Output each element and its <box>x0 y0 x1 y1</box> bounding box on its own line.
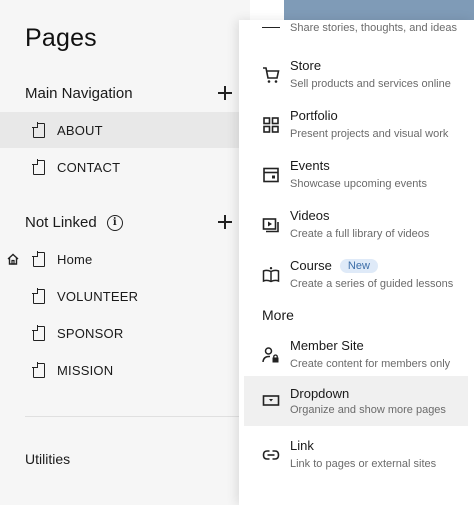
calendar-icon <box>263 167 279 183</box>
page-icon <box>32 121 45 138</box>
member-icon <box>262 347 279 363</box>
divider <box>25 416 240 417</box>
book-icon <box>262 267 280 283</box>
menu-item-videos[interactable]: Videos Create a full library of videos <box>244 202 468 252</box>
menu-item-desc: Showcase upcoming events <box>290 178 427 190</box>
menu-item-desc: Create a full library of videos <box>290 228 430 240</box>
menu-item-portfolio[interactable]: Portfolio Present projects and visual wo… <box>244 102 468 152</box>
menu-item-desc: Link to pages or external sites <box>290 458 437 470</box>
menu-item-name: Store <box>290 58 322 73</box>
info-icon[interactable]: i <box>106 214 123 231</box>
video-icon <box>262 218 279 233</box>
page-label: CONTACT <box>57 159 121 175</box>
page-row-about[interactable]: ABOUT <box>0 112 250 148</box>
menu-item-desc: Organize and show more pages <box>290 404 446 416</box>
menu-item-member-site[interactable]: Member Site Create content for members o… <box>244 332 468 382</box>
main-navigation-label: Main Navigation <box>25 85 133 102</box>
menu-item-link[interactable]: Link Link to pages or external sites <box>244 432 468 482</box>
utilities-heading: Utilities <box>25 451 71 467</box>
menu-item-name: Link <box>290 438 314 453</box>
not-linked-label: Not Linked <box>25 214 97 231</box>
menu-item-dropdown[interactable]: Dropdown Organize and show more pages <box>244 376 468 426</box>
menu-item-name: Dropdown <box>290 386 350 401</box>
more-heading: More <box>262 307 294 323</box>
menu-item-name: Portfolio <box>290 108 338 123</box>
add-page-main-nav-icon[interactable] <box>216 84 234 102</box>
main-navigation-heading: Main Navigation <box>25 85 133 102</box>
page-label: Home <box>57 251 93 267</box>
page-title: Pages <box>25 24 97 52</box>
menu-item-name: Course New <box>290 258 378 273</box>
blog-description[interactable]: Share stories, thoughts, and ideas <box>290 22 457 34</box>
page-icon <box>32 158 45 175</box>
pages-panel: Pages Main Navigation ABOUT CONTACT Not … <box>0 0 250 505</box>
not-linked-heading: Not Linked i <box>25 214 123 231</box>
add-page-not-linked-icon[interactable] <box>216 213 234 231</box>
page-icon <box>32 361 45 378</box>
cart-icon <box>263 67 280 83</box>
menu-item-store[interactable]: Store Sell products and services online <box>244 52 468 102</box>
page-icon <box>32 250 45 267</box>
menu-item-course[interactable]: Course New Create a series of guided less… <box>244 252 468 302</box>
page-row-home[interactable]: Home <box>0 241 250 277</box>
page-icon <box>32 287 45 304</box>
background-strip <box>284 0 474 20</box>
new-badge: New <box>339 259 378 273</box>
page-label: ABOUT <box>57 122 103 138</box>
page-label: SPONSOR <box>57 325 124 341</box>
page-row-volunteer[interactable]: VOLUNTEER <box>0 278 250 314</box>
blog-icon <box>262 20 280 28</box>
menu-item-name: Member Site <box>290 338 364 353</box>
grid-icon <box>263 117 279 133</box>
dropdown-icon <box>262 395 280 406</box>
page-row-contact[interactable]: CONTACT <box>0 149 250 185</box>
home-icon <box>7 253 19 265</box>
menu-item-desc: Sell products and services online <box>290 78 451 90</box>
course-label: Course <box>290 258 332 273</box>
link-icon <box>262 450 280 460</box>
page-label: VOLUNTEER <box>57 288 139 304</box>
menu-item-name: Events <box>290 158 330 173</box>
page-row-mission[interactable]: MISSION <box>0 352 250 388</box>
page-label: MISSION <box>57 362 114 378</box>
menu-item-desc: Create a series of guided lessons <box>290 278 454 290</box>
page-icon <box>32 324 45 341</box>
menu-item-name: Videos <box>290 208 330 223</box>
page-row-sponsor[interactable]: SPONSOR <box>0 315 250 351</box>
menu-item-desc: Create content for members only <box>290 358 451 370</box>
menu-item-desc: Present projects and visual work <box>290 128 449 140</box>
menu-item-events[interactable]: Events Showcase upcoming events <box>244 152 468 202</box>
